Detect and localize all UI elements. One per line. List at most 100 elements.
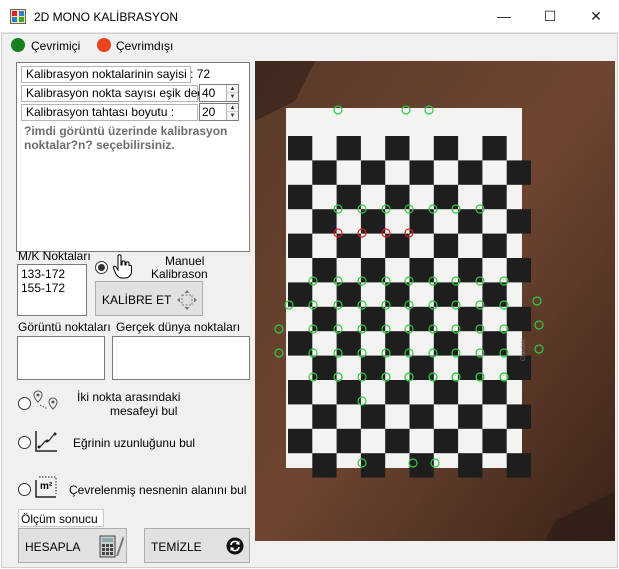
checker-square: [385, 136, 410, 161]
threshold-value[interactable]: 40: [202, 86, 215, 100]
checker-square: [482, 282, 507, 307]
spin-down-icon[interactable]: ▼: [226, 112, 238, 120]
checker-square: [360, 306, 386, 332]
checker-square: [385, 380, 410, 405]
checker-square: [288, 380, 313, 405]
checker-square: [458, 306, 483, 332]
checker-square: [458, 160, 483, 185]
distance-option-radio[interactable]: [18, 397, 31, 410]
manual-calibration-radio[interactable]: [95, 261, 108, 274]
online-status-dot: [11, 38, 25, 52]
checker-square: [409, 160, 434, 185]
calculate-button-label: HESAPLA: [25, 540, 81, 554]
calibrate-button-label: KALİBRE ET: [102, 293, 172, 307]
threshold-label: Kalibrasyon nokta sayısı eşik değeri :: [21, 85, 224, 102]
checker-square: [506, 209, 531, 234]
checker-square: [433, 282, 459, 307]
window-title: 2D MONO KALİBRASYON: [34, 10, 179, 24]
refresh-icon: [226, 537, 244, 555]
calibrate-button[interactable]: KALİBRE ET: [95, 281, 203, 316]
offline-status-dot: [97, 38, 111, 52]
checker-square: [409, 453, 434, 478]
checker-square: [458, 258, 483, 283]
checker-square: [506, 258, 531, 283]
list-item[interactable]: 133-172: [21, 267, 86, 281]
points-count-label: Kalibrasyon noktalarinin sayisi : 72: [21, 66, 210, 83]
checker-square: [433, 428, 459, 454]
checker-square: [458, 404, 483, 429]
curve-length-icon: [35, 431, 57, 452]
checker-square: [288, 233, 313, 258]
clear-button[interactable]: TEMİZLE: [144, 528, 250, 563]
board-size-value[interactable]: 20: [202, 105, 215, 119]
world-points-label: Gerçek dünya noktaları: [116, 320, 241, 334]
checker-square: [433, 233, 459, 258]
checker-square: [409, 209, 434, 234]
minimize-button[interactable]: —: [481, 0, 527, 33]
checker-square: [336, 428, 361, 454]
checker-square: [482, 233, 507, 258]
checker-square: [312, 355, 337, 380]
checker-square: [312, 404, 337, 429]
checkerboard-photo[interactable]: Checker: [255, 61, 615, 541]
two-points-distance-icon: [33, 390, 58, 410]
checker-square: [312, 306, 337, 332]
threshold-spinner[interactable]: 40 ▲ ▼: [199, 84, 239, 102]
checker-square: [336, 331, 361, 356]
close-button[interactable]: ✕: [573, 0, 619, 33]
checker-square: [312, 453, 337, 478]
spin-up-icon[interactable]: ▲: [226, 85, 238, 93]
offline-label: Çevrimdışı: [116, 39, 174, 53]
checker-square: [288, 282, 313, 307]
checker-square: [336, 282, 361, 307]
curve-option-radio[interactable]: [18, 436, 31, 449]
manual-label-line1: Manuel: [165, 254, 205, 268]
distance-option-line1: İki nokta arasındaki: [77, 390, 181, 404]
calculator-icon: [99, 535, 124, 558]
checker-square: [433, 380, 459, 405]
checker-square: [360, 160, 386, 185]
spin-up-icon[interactable]: ▲: [226, 104, 238, 112]
checker-square: [482, 428, 507, 454]
move-arrows-icon: [177, 290, 197, 310]
checker-square: [506, 404, 531, 429]
mk-points-list[interactable]: 133-172 155-172: [17, 264, 87, 316]
calculate-button[interactable]: HESAPLA: [18, 528, 127, 563]
checker-square: [360, 404, 386, 429]
board-text: Checker: [521, 339, 527, 361]
checker-square: [506, 306, 531, 332]
maximize-button[interactable]: ☐: [527, 0, 573, 33]
mk-points-label: M/K Noktaları: [18, 249, 91, 263]
board-size-spinner[interactable]: 20 ▲ ▼: [199, 103, 239, 121]
checker-square: [385, 331, 410, 356]
distance-option-line2: mesafeyi bul: [110, 404, 178, 418]
checker-square: [385, 233, 410, 258]
image-points-label: Görüntü noktaları: [18, 320, 111, 334]
title-bar: 2D MONO KALİBRASYON — ☐ ✕: [0, 0, 619, 33]
checker-square: [385, 428, 410, 454]
checker-square: [409, 404, 434, 429]
checker-square: [458, 453, 483, 478]
checker-square: [312, 160, 337, 185]
image-points-field[interactable]: [17, 336, 105, 380]
spin-down-icon[interactable]: ▼: [226, 93, 238, 101]
checker-square: [506, 453, 531, 478]
checker-square: [312, 209, 337, 234]
info-message: ?imdi görüntü üzerinde kalibrasyon nokta…: [24, 124, 228, 152]
area-icon-text: m²: [40, 481, 53, 492]
hand-cursor-icon: [112, 254, 132, 279]
checker-square: [506, 355, 531, 380]
checker-square: [288, 184, 313, 210]
calibration-image[interactable]: Checker: [255, 61, 615, 541]
checker-square: [482, 331, 507, 356]
area-option-radio[interactable]: [18, 483, 31, 496]
area-option-label: Çevrelenmiş nesnenin alanını bul: [69, 483, 247, 497]
list-item[interactable]: 155-172: [21, 281, 86, 295]
checker-square: [288, 136, 313, 161]
world-points-field[interactable]: [112, 336, 250, 380]
app-icon: [10, 9, 26, 24]
checker-square: [482, 184, 507, 210]
checker-square: [433, 136, 459, 161]
checker-square: [506, 160, 531, 185]
online-label: Çevrimiçi: [31, 39, 81, 53]
